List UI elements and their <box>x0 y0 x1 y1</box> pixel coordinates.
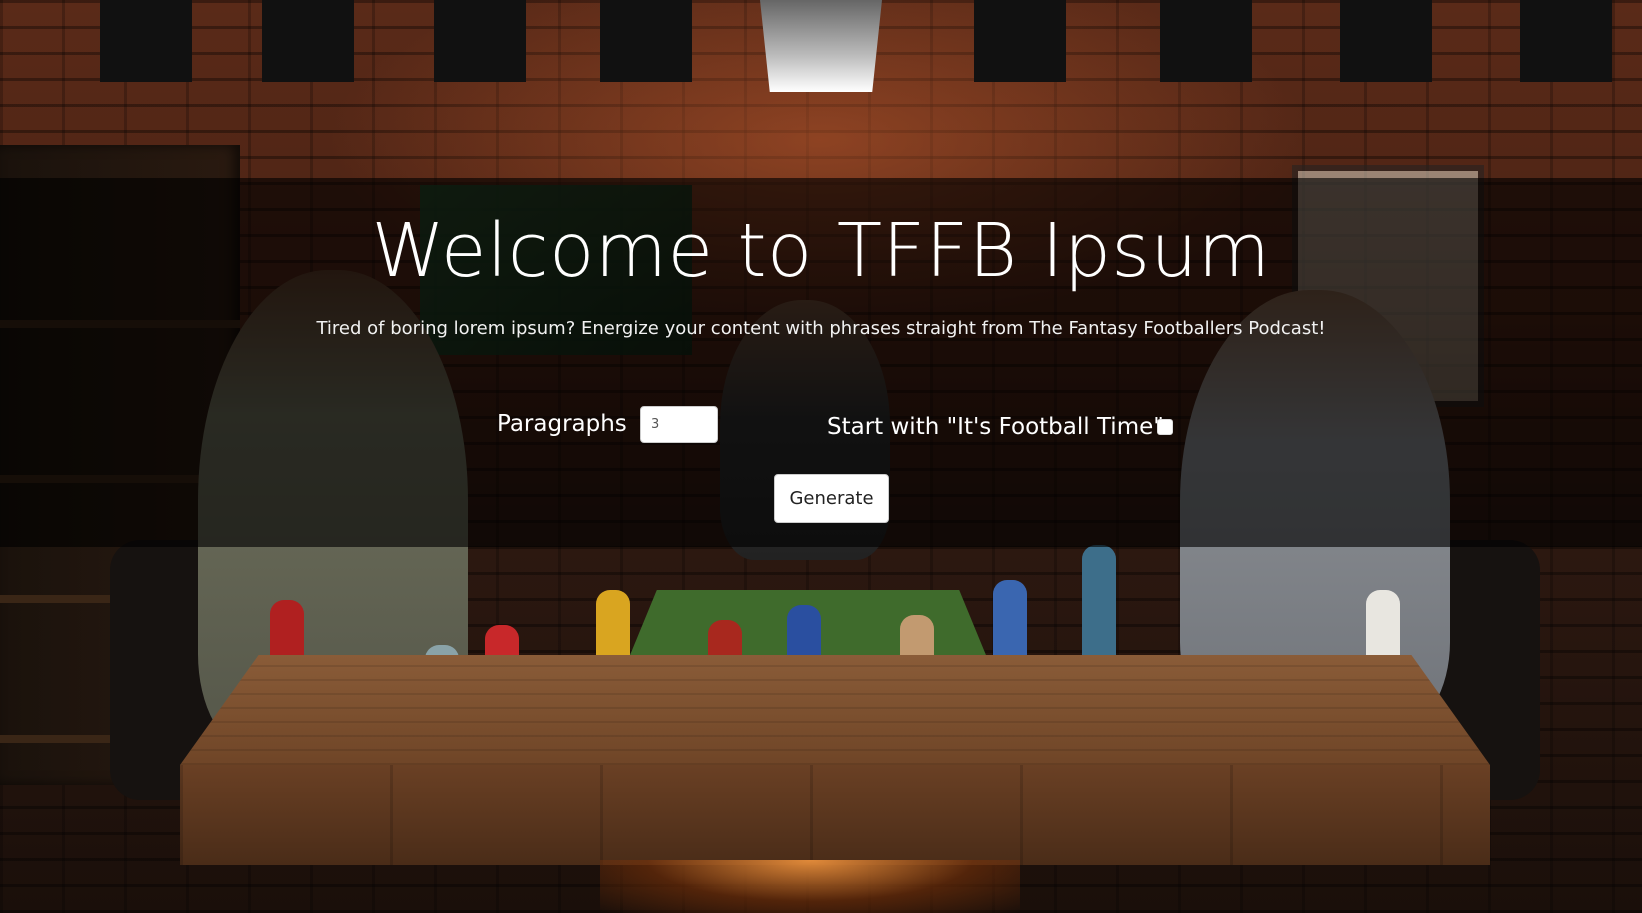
acoustic-panel <box>1160 0 1252 82</box>
page: Welcome to TFFB Ipsum Tired of boring lo… <box>0 0 1642 913</box>
table-glow <box>600 860 1020 913</box>
acoustic-panel <box>1520 0 1612 82</box>
page-title: Welcome to TFFB Ipsum <box>371 208 1271 294</box>
studio-lamp <box>760 0 882 92</box>
page-subtitle: Tired of boring lorem ipsum? Energize yo… <box>316 318 1326 339</box>
wooden-table <box>180 655 1490 765</box>
generator-form: Paragraphs Start with "It's Football Tim… <box>0 403 1642 449</box>
acoustic-panel <box>974 0 1066 82</box>
acoustic-panel <box>434 0 526 82</box>
football-time-label: Start with "It's Football Time" <box>827 414 1164 440</box>
generate-button[interactable]: Generate <box>774 474 889 523</box>
paragraphs-label: Paragraphs <box>497 411 627 437</box>
table-front <box>180 765 1490 865</box>
football-time-checkbox[interactable] <box>1157 419 1173 435</box>
acoustic-panel <box>100 0 192 82</box>
acoustic-panel <box>262 0 354 82</box>
paragraphs-input[interactable] <box>640 406 718 443</box>
acoustic-panel <box>1340 0 1432 82</box>
acoustic-panel <box>600 0 692 82</box>
